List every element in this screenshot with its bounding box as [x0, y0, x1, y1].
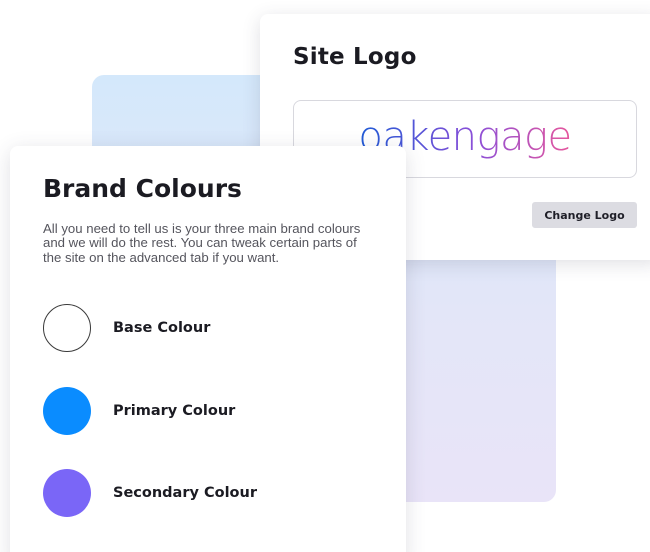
- primary-colour-swatch[interactable]: [43, 387, 91, 435]
- base-colour-label: Base Colour: [113, 320, 211, 336]
- primary-colour-label: Primary Colour: [113, 403, 236, 419]
- brand-colours-card: Brand Colours All you need to tell us is…: [10, 146, 406, 552]
- secondary-colour-label: Secondary Colour: [113, 485, 257, 501]
- primary-colour-row[interactable]: Primary Colour: [43, 386, 235, 436]
- brand-colours-description: All you need to tell us is your three ma…: [43, 221, 361, 265]
- brand-colours-title: Brand Colours: [43, 174, 242, 203]
- page: Site Logo oakengage Change Logo Brand Co…: [0, 0, 650, 552]
- base-colour-swatch[interactable]: [43, 304, 91, 352]
- site-logo-title: Site Logo: [293, 44, 417, 70]
- change-logo-button[interactable]: Change Logo: [532, 202, 637, 228]
- base-colour-row[interactable]: Base Colour: [43, 303, 210, 353]
- secondary-colour-swatch[interactable]: [43, 469, 91, 517]
- secondary-colour-row[interactable]: Secondary Colour: [43, 468, 257, 518]
